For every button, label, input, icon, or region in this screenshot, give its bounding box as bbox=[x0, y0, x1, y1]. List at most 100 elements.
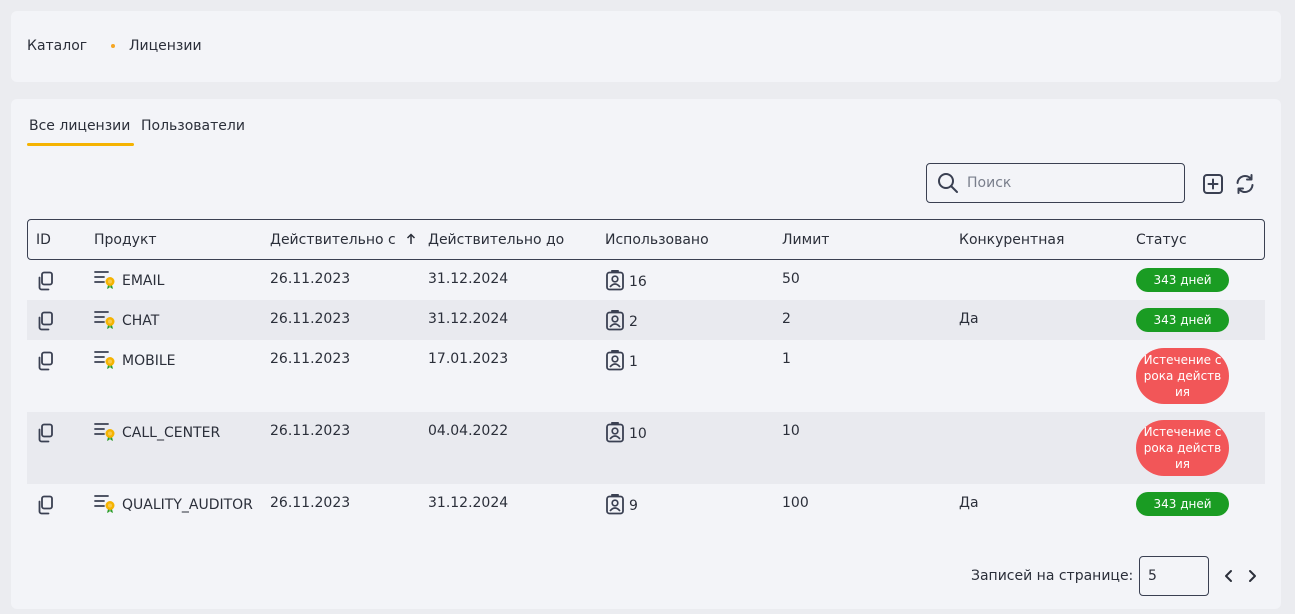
licenses-panel: Все лицензии Пользователи ID Продукт bbox=[11, 99, 1281, 609]
id-cell bbox=[27, 300, 85, 340]
limit-cell: 1 bbox=[782, 351, 791, 367]
license-product-icon bbox=[94, 269, 118, 293]
column-header-limit[interactable]: Лимит bbox=[773, 219, 950, 260]
breadcrumb-separator-dot bbox=[111, 44, 115, 48]
search-icon bbox=[938, 173, 958, 193]
valid-to-cell: 31.12.2024 bbox=[428, 495, 509, 511]
refresh-icon[interactable] bbox=[1233, 172, 1257, 196]
license-product-icon bbox=[94, 309, 118, 333]
breadcrumb-licenses: Лицензии bbox=[129, 38, 202, 54]
licenses-table: ID Продукт Действительно с Действительно… bbox=[27, 219, 1265, 524]
limit-cell: 100 bbox=[782, 495, 809, 511]
limit-cell: 2 bbox=[773, 300, 950, 340]
used-cell: 9 bbox=[596, 484, 773, 524]
used-count: 2 bbox=[629, 314, 638, 330]
sort-arrow-up-icon bbox=[407, 232, 416, 244]
table-row[interactable]: EMAIL 26.11.2023 31.12.2024 16 50 343 дней bbox=[27, 260, 1265, 300]
used-cell: 1 bbox=[596, 340, 773, 412]
used-count: 10 bbox=[629, 426, 647, 442]
breadcrumb: Каталог Лицензии bbox=[11, 11, 1281, 82]
used-count: 16 bbox=[629, 274, 647, 290]
tab-users[interactable]: Пользователи bbox=[141, 118, 245, 134]
column-header-product[interactable]: Продукт bbox=[85, 219, 261, 260]
status-cell: Истечение срока действия bbox=[1127, 412, 1265, 484]
user-badge-icon bbox=[605, 349, 625, 375]
product-cell: CHAT bbox=[85, 300, 261, 340]
used-cell: 2 bbox=[596, 300, 773, 340]
valid-from-cell: 26.11.2023 bbox=[261, 300, 419, 340]
search-box bbox=[926, 163, 1185, 203]
column-header-concurrent[interactable]: Конкурентная bbox=[950, 219, 1127, 260]
concurrent-cell: Да bbox=[959, 495, 979, 511]
product-name: EMAIL bbox=[122, 273, 165, 289]
product-name: QUALITY_AUDITOR bbox=[122, 497, 253, 513]
product-cell: MOBILE bbox=[85, 340, 261, 412]
id-cell bbox=[27, 340, 85, 412]
concurrent-cell bbox=[950, 260, 1127, 300]
user-badge-icon bbox=[605, 269, 625, 295]
chevron-right-icon[interactable] bbox=[1243, 567, 1261, 585]
copy-icon[interactable] bbox=[36, 423, 54, 447]
valid-from-cell: 26.11.2023 bbox=[270, 351, 351, 367]
status-cell: Истечение срока действия bbox=[1127, 340, 1265, 412]
license-product-icon bbox=[94, 421, 118, 445]
id-cell bbox=[27, 484, 85, 524]
copy-icon[interactable] bbox=[36, 311, 54, 335]
license-product-icon bbox=[94, 349, 118, 373]
product-cell: CALL_CENTER bbox=[85, 412, 261, 484]
valid-from-cell: 26.11.2023 bbox=[261, 412, 419, 484]
user-badge-icon bbox=[605, 493, 625, 519]
used-cell: 16 bbox=[596, 260, 773, 300]
plus-square-icon[interactable] bbox=[1201, 172, 1225, 196]
column-header-status[interactable]: Статус bbox=[1127, 219, 1265, 260]
search-input[interactable] bbox=[967, 175, 1167, 191]
limit-cell: 10 bbox=[773, 412, 950, 484]
product-cell: EMAIL bbox=[85, 260, 261, 300]
column-header-valid-to[interactable]: Действительно до bbox=[419, 219, 596, 260]
id-cell bbox=[27, 260, 85, 300]
copy-icon[interactable] bbox=[36, 351, 54, 375]
concurrent-cell bbox=[950, 412, 1127, 484]
status-badge: Истечение срока действия bbox=[1136, 348, 1229, 404]
valid-to-cell: 31.12.2024 bbox=[419, 300, 596, 340]
column-header-valid-from-label: Действительно с bbox=[270, 231, 396, 248]
valid-to-cell: 04.04.2022 bbox=[419, 412, 596, 484]
page-size-label: Записей на странице: bbox=[971, 568, 1134, 584]
product-cell: QUALITY_AUDITOR bbox=[85, 484, 261, 524]
status-badge: Истечение срока действия bbox=[1136, 420, 1229, 476]
chevron-left-icon[interactable] bbox=[1220, 567, 1238, 585]
user-badge-icon bbox=[605, 421, 625, 447]
concurrent-cell: Да bbox=[950, 300, 1127, 340]
valid-from-cell: 26.11.2023 bbox=[270, 271, 351, 287]
table-row[interactable]: CALL_CENTER 26.11.2023 04.04.2022 10 10 Истеч… bbox=[27, 412, 1265, 484]
status-cell: 343 дней bbox=[1127, 260, 1265, 300]
status-cell: 343 дней bbox=[1127, 484, 1265, 524]
table-row[interactable]: CHAT 26.11.2023 31.12.2024 2 2 Да 343 дней bbox=[27, 300, 1265, 340]
used-count: 1 bbox=[629, 354, 638, 370]
tab-all-licenses[interactable]: Все лицензии bbox=[29, 118, 130, 134]
product-name: CHAT bbox=[122, 313, 160, 329]
limit-cell: 50 bbox=[782, 271, 800, 287]
status-badge: 343 дней bbox=[1136, 492, 1229, 516]
valid-to-cell: 31.12.2024 bbox=[428, 271, 509, 287]
column-header-used[interactable]: Использовано bbox=[596, 219, 773, 260]
column-header-valid-from[interactable]: Действительно с bbox=[261, 219, 419, 260]
concurrent-cell bbox=[950, 340, 1127, 412]
id-cell bbox=[27, 412, 85, 484]
page-size-input[interactable] bbox=[1139, 556, 1209, 596]
user-badge-icon bbox=[605, 309, 625, 335]
table-row[interactable]: MOBILE 26.11.2023 17.01.2023 1 1 Истечение ср… bbox=[27, 340, 1265, 412]
copy-icon[interactable] bbox=[36, 271, 54, 295]
breadcrumb-catalog[interactable]: Каталог bbox=[27, 38, 87, 54]
valid-to-cell: 17.01.2023 bbox=[428, 351, 509, 367]
product-name: MOBILE bbox=[122, 353, 176, 369]
table-header-row: ID Продукт Действительно с Действительно… bbox=[27, 219, 1265, 260]
license-product-icon bbox=[94, 493, 118, 517]
used-count: 9 bbox=[629, 498, 638, 514]
valid-from-cell: 26.11.2023 bbox=[270, 495, 351, 511]
column-header-id[interactable]: ID bbox=[27, 219, 85, 260]
table-row[interactable]: QUALITY_AUDITOR 26.11.2023 31.12.2024 9 100 Д… bbox=[27, 484, 1265, 524]
status-cell: 343 дней bbox=[1127, 300, 1265, 340]
copy-icon[interactable] bbox=[36, 495, 54, 519]
active-tab-indicator bbox=[27, 143, 134, 146]
